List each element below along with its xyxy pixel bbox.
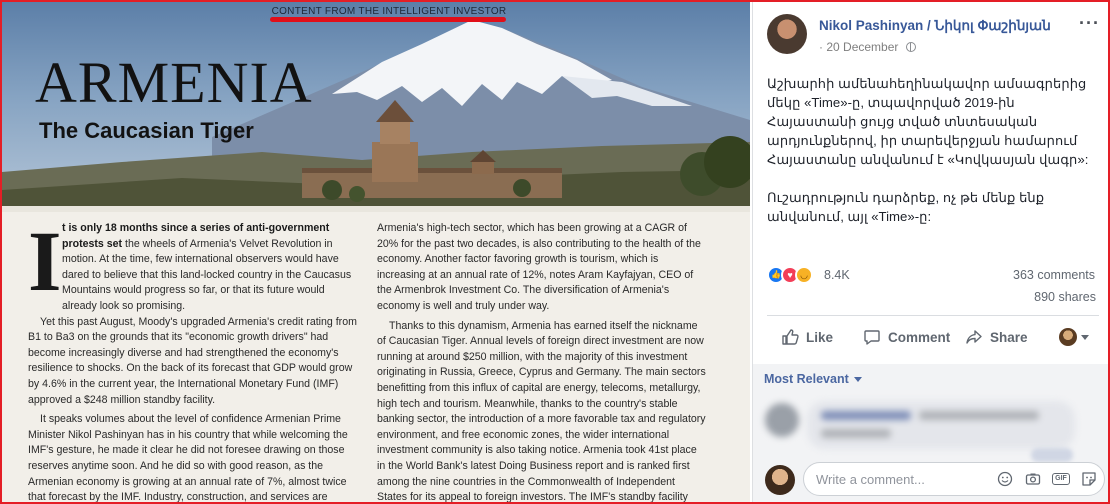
camera-icon[interactable] [1024,470,1042,488]
viewer-avatar [765,465,795,495]
article-paragraph: Yet this past August, Moody's upgraded A… [28,315,357,406]
viewer-avatar [1059,328,1077,346]
drop-cap: I [28,213,62,309]
author-avatar[interactable] [767,14,807,54]
author-name-link[interactable]: Nikol Pashinyan / Նիկոլ Փաշինյան [819,18,1051,34]
emoji-icon[interactable] [996,470,1014,488]
magazine-photo: CONTENT FROM THE INTELLIGENT INVESTOR AR… [2,2,750,504]
gif-icon[interactable]: GIF [1052,470,1070,488]
comment-sort-label: Most Relevant [764,372,849,386]
comment-sort-dropdown[interactable]: Most Relevant [764,372,862,386]
chevron-down-icon [1081,334,1089,340]
article-paragraph: It speaks volumes about the level of con… [28,413,348,504]
article-column-1: I t is only 18 months since a series of … [28,213,358,504]
article-paragraph: Thanks to this dynamism, Armenia has ear… [377,319,706,504]
like-button[interactable]: Like [781,326,833,348]
screenshot-frame: CONTENT FROM THE INTELLIGENT INVESTOR AR… [0,0,1110,504]
lead-paragraph: I t is only 18 months since a series of … [28,213,358,315]
share-label: Share [990,329,1028,345]
public-globe-icon [905,42,916,52]
commenter-avatar [765,403,799,437]
post-meta: · 20 December [819,40,916,54]
article-subhead: The Caucasian Tiger [39,118,254,143]
reactions-bar: 8.4K 363 comments [767,264,1097,286]
meta-separator: · [819,40,823,54]
blurred-comment [761,397,1077,455]
share-button[interactable]: Share [965,326,1028,348]
comment-label: Comment [888,329,951,345]
comment-bubble-icon [864,330,880,345]
chevron-down-icon [853,376,862,382]
post-actions: Like Comment Share [767,318,1099,356]
more-options-icon[interactable]: ··· [1079,14,1101,32]
magazine-section-header: CONTENT FROM THE INTELLIGENT INVESTOR [271,6,507,17]
red-highlight-underline [270,17,506,22]
post-paragraph: Աշխարհի ամենահեղինակավոր ամսագրերից մեկը… [767,76,1089,167]
like-label: Like [806,329,834,345]
reaction-count[interactable]: 8.4K [824,268,850,282]
post-body: Աշխարհի ամենահեղինակավոր ամսագրերից մեկը… [767,74,1097,226]
comment-button[interactable]: Comment [863,326,950,348]
article-column-2: Armenia's high-tech sector, which has be… [377,221,707,504]
thumbs-up-icon [782,329,799,345]
share-arrow-icon [966,330,982,344]
article-paragraph: Armenia's high-tech sector, which has be… [377,222,701,312]
comment-input[interactable]: Write a comment... GIF [803,462,1105,496]
post-as-selector[interactable] [1059,326,1089,348]
composer-icons: GIF [996,470,1098,488]
post-header: Nikol Pashinyan / Նիկոլ Փաշինյան · 20 De… [767,14,1103,60]
haha-reaction-icon[interactable] [795,266,813,284]
comment-composer: Write a comment... GIF [765,460,1105,500]
divider [767,315,1099,316]
post-paragraph: Ուշադրություն դարձրեք, ոչ թե մենք ենք ան… [767,190,1045,224]
post-date-link[interactable]: 20 December [826,40,898,54]
shares-count-link[interactable]: 890 shares [1034,290,1096,304]
sticker-icon[interactable] [1080,470,1098,488]
facebook-post-panel: Nikol Pashinyan / Նիկոլ Փաշինյան · 20 De… [752,2,1108,502]
article-headline: ARMENIA [35,50,313,115]
comment-placeholder: Write a comment... [816,472,925,487]
comments-section: Most Relevant Write a comment... GIF [753,364,1108,502]
comment-bubble [807,401,1075,449]
comments-count-link[interactable]: 363 comments [1013,268,1095,282]
